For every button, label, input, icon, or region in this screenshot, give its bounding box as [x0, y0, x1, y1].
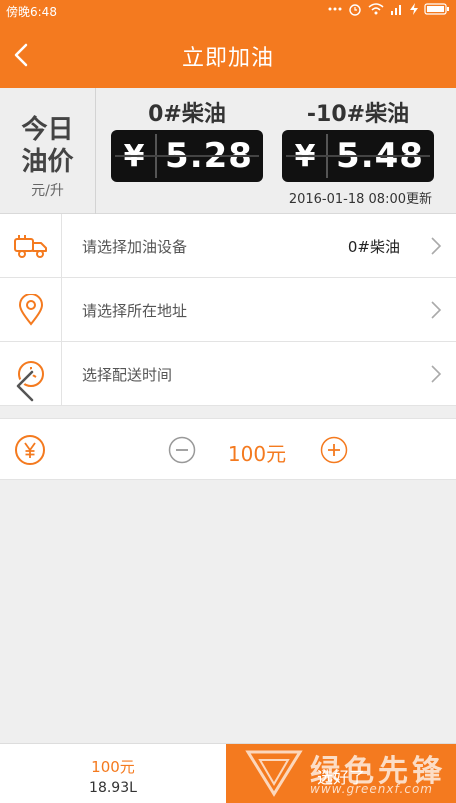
price-board: ¥ 5.48 [282, 130, 434, 182]
increase-amount-button[interactable] [320, 436, 348, 464]
amount-value: 100元 [227, 442, 287, 466]
row-icon-box [0, 214, 62, 277]
fuel-price-diesel-0: 0#柴油 ¥ 5.28 [111, 88, 263, 182]
fuel-name: 0#柴油 [148, 102, 226, 127]
signal-icon [391, 5, 401, 15]
equipment-label: 请选择加油设备 [82, 238, 188, 256]
confirm-button[interactable]: 选好了 [226, 744, 456, 803]
order-summary: 100元 18.93L [0, 744, 226, 803]
amount-stepper-row: 100元 [0, 418, 456, 480]
fuel-name: -10#柴油 [306, 102, 410, 127]
equipment-value: 0#柴油 [347, 238, 400, 256]
chevron-right-icon [431, 301, 442, 319]
total-price: 100元 [91, 758, 135, 776]
battery-icon [424, 3, 449, 15]
navigation-bar: 立即加油 [0, 22, 456, 88]
status-icons [328, 2, 450, 16]
delivery-time-label: 选择配送时间 [82, 366, 173, 384]
yen-icon [15, 435, 45, 465]
order-form-list: 请选择加油设备 0#柴油 请选择所在地址 选择配送时间 [0, 214, 456, 406]
board-flip-line [115, 155, 259, 157]
chevron-right-icon [431, 365, 442, 383]
fuel-truck-icon [13, 234, 47, 258]
chevron-right-icon [431, 237, 442, 255]
price-board: ¥ 5.28 [111, 130, 263, 182]
today-price-label: 今日 油价 元/升 [0, 88, 96, 214]
page-title: 立即加油 [181, 46, 274, 71]
select-address-row[interactable]: 请选择所在地址 [0, 278, 456, 342]
chevron-left-icon [15, 369, 35, 403]
select-equipment-row[interactable]: 请选择加油设备 0#柴油 [0, 214, 456, 278]
location-pin-icon [18, 293, 43, 326]
alarm-icon [349, 4, 361, 16]
total-liters: 18.93L [89, 780, 137, 796]
wifi-icon [368, 3, 384, 15]
board-flip-line [286, 155, 430, 157]
address-label: 请选择所在地址 [82, 302, 188, 320]
floating-back-gesture[interactable] [10, 366, 40, 406]
today-label-line1: 今日 [21, 115, 74, 145]
price-unit: 元/升 [31, 183, 64, 199]
row-icon-box [0, 278, 62, 341]
price-updated-time: 2016-01-18 08:00更新 [288, 192, 432, 207]
today-label-line2: 油价 [21, 147, 74, 177]
more-dots-icon [328, 7, 342, 11]
decrease-amount-button[interactable] [168, 436, 196, 464]
bottom-bar: 100元 18.93L 选好了 [0, 743, 456, 803]
oil-price-panel: 今日 油价 元/升 0#柴油 ¥ 5.28 -10#柴油 ¥ 5.48 2016… [0, 88, 456, 214]
select-delivery-time-row[interactable]: 选择配送时间 [0, 342, 456, 406]
charging-icon [410, 3, 418, 15]
status-bar: 傍晚6:48 [0, 0, 456, 22]
fuel-price-diesel-minus10: -10#柴油 ¥ 5.48 [282, 88, 434, 182]
status-time: 傍晚6:48 [6, 5, 57, 19]
